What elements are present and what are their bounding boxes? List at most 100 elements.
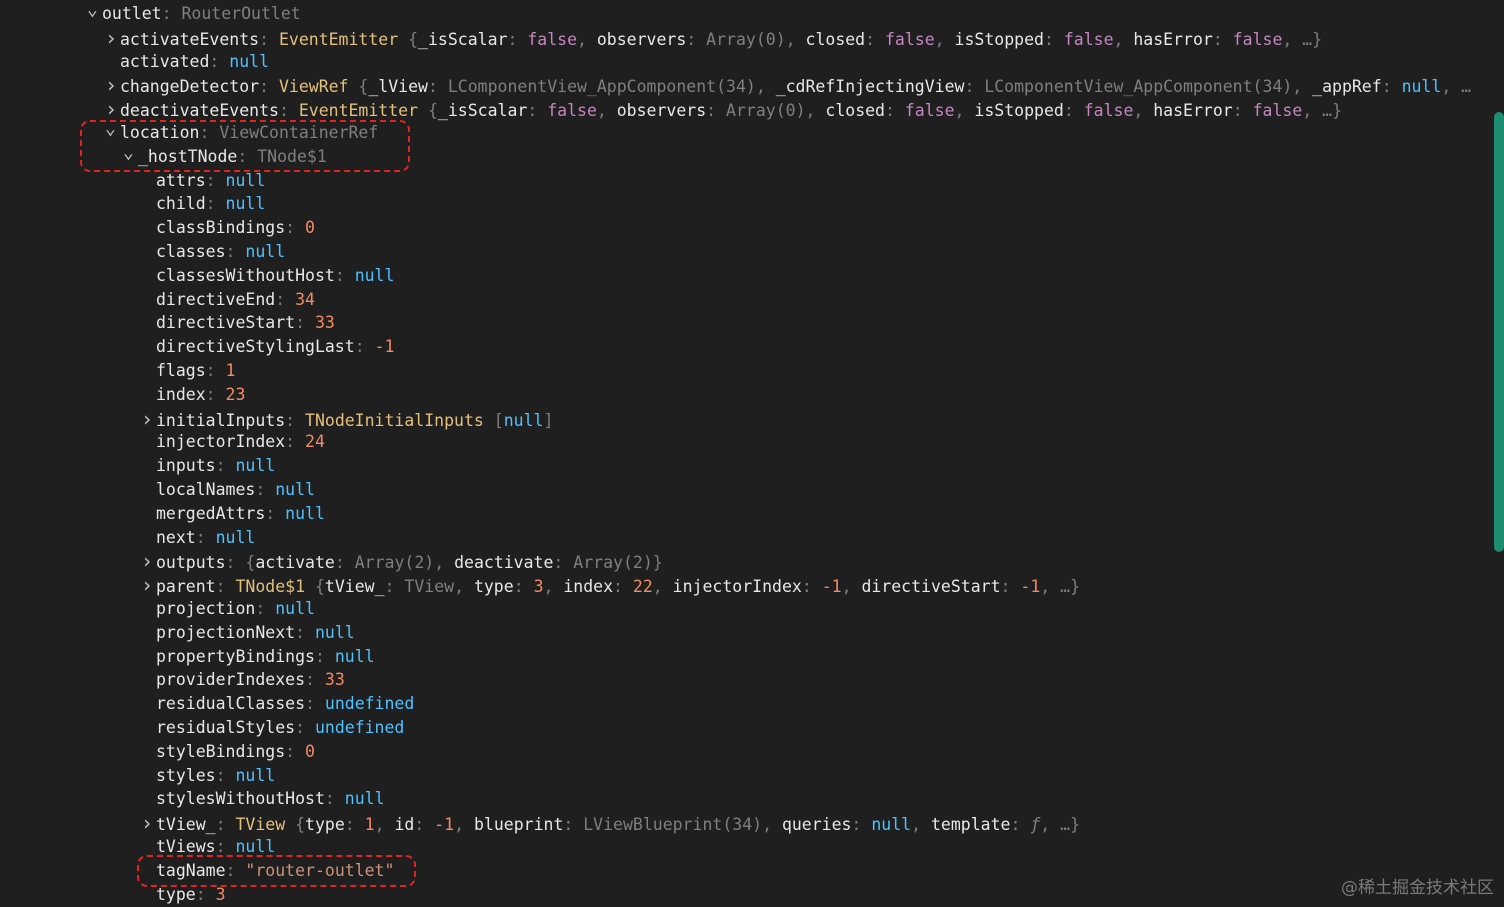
property-value-part: ,	[577, 29, 597, 49]
property-value-part: }	[652, 553, 663, 573]
property-key: directiveEnd	[156, 289, 276, 309]
property-value-part: activate	[255, 553, 335, 573]
property-value-part: 1	[225, 361, 236, 380]
property-value-part: null	[354, 265, 395, 285]
property-value-part: ViewRef	[278, 77, 349, 97]
chevron-right-icon[interactable]: ›	[141, 811, 156, 835]
property-value-part: injectorIndex	[672, 577, 802, 597]
property-value-part: hasError	[1133, 29, 1213, 49]
property-value-part: type	[305, 815, 345, 835]
property-value-part: 34	[295, 289, 315, 309]
chevron-right-icon[interactable]: ›	[141, 549, 156, 573]
property-value-part: ,	[805, 101, 826, 121]
property-key: initialInputs	[156, 410, 286, 430]
property-value-part: :	[1232, 101, 1253, 121]
property-value-part: :	[527, 101, 548, 121]
tree-row-attrs: attrs: null	[156, 170, 266, 190]
property-value-part: ,	[596, 101, 617, 121]
property-value-part: ,	[454, 577, 474, 597]
property-value-part: false	[547, 101, 597, 121]
tree-row-child: child: null	[156, 194, 266, 214]
property-value-part: deactivate	[454, 553, 554, 573]
property-value-part: _isScalar	[418, 29, 508, 49]
property-key: tViews	[156, 837, 216, 856]
property-value-part: template	[930, 815, 1011, 835]
property-key: type	[156, 884, 196, 904]
property-value-part: :	[344, 815, 365, 835]
property-value-part: id	[394, 815, 415, 835]
property-value-part: :	[384, 577, 405, 597]
highlight-location-box	[80, 120, 410, 172]
property-value-part: {	[348, 77, 369, 97]
tree-row-outlet[interactable]: ⌄ outlet: RouterOutlet	[87, 0, 301, 26]
chevron-right-icon[interactable]: ›	[141, 573, 156, 597]
property-value-part: LComponentView_AppComponent(34)	[447, 77, 756, 97]
tree-row-mergedattrs: mergedAttrs: null	[156, 503, 325, 523]
property-value-part: false	[527, 29, 577, 49]
tree-row-initialinputs[interactable]: › initialInputs: TNodeInitialInputs [null…	[141, 407, 553, 431]
chevron-right-icon[interactable]: ›	[105, 26, 120, 50]
tree-row-providerindexes: providerIndexes: 33	[156, 670, 345, 690]
property-value-part: , …	[1441, 77, 1472, 97]
property-key: stylesWithoutHost	[156, 789, 325, 809]
property-value-part: -1	[821, 577, 842, 597]
property-key: child	[156, 194, 206, 214]
property-key: attrs	[156, 170, 206, 190]
property-value-part: :	[553, 553, 574, 573]
tree-row-injectorindex: injectorIndex: 24	[156, 432, 325, 452]
property-value-part: null	[871, 815, 912, 835]
tree-row-classbindings: classBindings: 0	[156, 218, 315, 238]
chevron-right-icon[interactable]: ›	[141, 407, 156, 431]
tree-row-activated: activated: null	[120, 51, 270, 71]
tree-row-stylebindings: styleBindings: 0	[156, 741, 315, 761]
property-key: flags	[156, 361, 206, 380]
property-value-part: ,	[652, 577, 673, 597]
tree-row-directiveend: directiveEnd: 34	[156, 289, 315, 309]
property-value-part: {	[398, 29, 419, 49]
tree-row-tview[interactable]: › tView_: TView {type: 1, id: -1, bluepri…	[141, 811, 1080, 835]
property-value-part: false	[1252, 101, 1303, 121]
highlight-tagname-box	[137, 855, 416, 887]
property-value-part: ,	[841, 577, 862, 597]
property-value-part: -1	[374, 337, 395, 357]
property-value-part: ,	[785, 29, 806, 49]
property-value-part: 24	[305, 432, 325, 452]
tree-row-flags: flags: 1	[156, 361, 236, 380]
property-value-part: :	[865, 29, 885, 49]
property-value-part: :	[1043, 29, 1064, 49]
chevron-right-icon[interactable]: ›	[105, 73, 120, 97]
property-key: styles	[156, 765, 216, 785]
tree-row-activateevents[interactable]: › activateEvents: EventEmitter {_isScalar…	[105, 26, 1322, 50]
property-value-part: :	[414, 815, 435, 835]
tree-row-deactivateevents[interactable]: › deactivateEvents: EventEmitter {_isScal…	[105, 97, 1342, 121]
property-value-part: 3	[215, 884, 226, 904]
property-value-part: false	[1063, 29, 1114, 49]
chevron-down-icon[interactable]: ⌄	[87, 0, 102, 22]
tree-row-parent[interactable]: › parent: TNode$1 {tView_: TView, type: 3…	[141, 573, 1080, 597]
tree-row-changedetector[interactable]: › changeDetector: ViewRef {_lView: LCompo…	[105, 73, 1471, 97]
property-key: index	[156, 384, 206, 404]
tree-row-directivestart: directiveStart: 33	[156, 313, 335, 333]
property-key: residualStyles	[156, 718, 296, 737]
tree-row-outputs[interactable]: › outputs: {activate: Array(2), deactivat…	[141, 549, 663, 573]
property-value-part: 0	[305, 218, 315, 238]
property-value-part: isStopped	[954, 29, 1044, 49]
property-value-part: :	[334, 553, 355, 573]
tree-row-styles: styles: null	[156, 765, 276, 785]
property-value-part: :	[613, 577, 633, 597]
property-value-part: false	[1083, 101, 1134, 121]
property-value-part: directiveStart	[861, 577, 1001, 597]
property-value-part: ,	[954, 101, 975, 121]
property-value-part: {	[418, 101, 438, 121]
property-value-part: -1	[434, 815, 455, 835]
property-value-part: ,	[762, 815, 782, 835]
property-value-part: ,	[1113, 29, 1134, 49]
property-key: projectionNext	[156, 622, 296, 642]
vertical-scrollbar[interactable]	[1494, 112, 1504, 552]
property-value-part: null	[245, 242, 286, 261]
property-value-part: 23	[225, 384, 246, 404]
property-value-part: LViewBlueprint(34)	[583, 815, 763, 835]
property-value-part: {	[245, 553, 256, 573]
property-key: injectorIndex	[156, 432, 286, 452]
property-key: projection	[156, 599, 256, 618]
